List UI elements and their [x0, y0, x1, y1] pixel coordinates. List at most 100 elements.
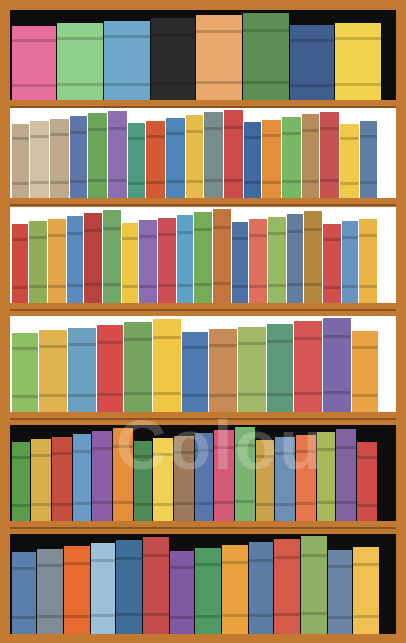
book-spine — [92, 431, 112, 521]
bookcase-illustration — [0, 0, 406, 643]
book-band — [274, 613, 300, 616]
book-band — [342, 236, 358, 239]
shelf-3-board-shadow — [0, 309, 406, 311]
book-band — [153, 453, 173, 456]
book-band — [134, 455, 152, 458]
book-spine — [70, 116, 87, 198]
book-spine — [128, 123, 145, 198]
book-band — [238, 393, 266, 396]
shelf-5-board-shadow — [0, 527, 406, 529]
book-spine — [143, 537, 169, 634]
book-band — [335, 83, 381, 86]
book-band — [249, 234, 267, 237]
book-band — [282, 180, 301, 183]
book-band — [30, 181, 49, 184]
book-spine — [57, 23, 103, 100]
book-band — [12, 137, 29, 140]
book-spine — [340, 124, 359, 198]
book-spine — [113, 428, 133, 521]
book-spine — [73, 434, 91, 521]
book-band — [323, 238, 341, 241]
book-band — [29, 236, 47, 239]
book-band — [31, 454, 51, 457]
book-spine — [213, 209, 231, 303]
book-band — [124, 392, 152, 395]
book-band — [352, 394, 378, 397]
book-band — [262, 181, 281, 184]
book-band — [224, 179, 243, 182]
book-band — [275, 452, 295, 455]
book-band — [104, 83, 150, 86]
book-band — [301, 612, 327, 615]
book-band — [296, 502, 316, 505]
book-spine — [336, 429, 356, 521]
book-band — [209, 394, 237, 397]
book-band — [73, 502, 91, 505]
book-spine — [166, 118, 185, 198]
book-spine — [97, 325, 123, 412]
book-band — [302, 180, 319, 183]
book-spine — [238, 327, 266, 412]
book-band — [268, 232, 286, 235]
book-band — [328, 565, 352, 568]
book-spine — [267, 324, 293, 412]
book-band — [214, 501, 234, 504]
book-spine — [294, 321, 322, 412]
book-band — [139, 285, 157, 288]
book-band — [113, 501, 133, 504]
book-band — [360, 181, 377, 184]
book-band — [357, 504, 377, 507]
book-band — [108, 179, 127, 182]
book-spine — [30, 121, 49, 198]
book-band — [353, 615, 379, 618]
book-band — [340, 182, 359, 185]
book-spine — [224, 110, 243, 198]
book-band — [235, 444, 255, 447]
book-band — [97, 341, 123, 344]
book-spine — [235, 427, 255, 521]
book-spine — [31, 439, 51, 521]
book-band — [91, 614, 115, 617]
book-spine — [244, 122, 261, 198]
book-band — [57, 83, 103, 86]
book-band — [31, 503, 51, 506]
book-spine — [287, 214, 303, 303]
book-band — [170, 566, 194, 569]
book-spine — [302, 114, 319, 198]
book-band — [12, 39, 56, 42]
book-band — [88, 179, 107, 182]
book-band — [328, 616, 352, 619]
book-band — [323, 335, 351, 338]
book-spine — [174, 436, 194, 521]
book-spine — [139, 220, 157, 303]
book-band — [48, 285, 66, 288]
book-band — [12, 238, 28, 241]
book-band — [151, 82, 195, 85]
book-band — [151, 33, 195, 36]
book-band — [182, 394, 208, 397]
book-spine — [158, 218, 176, 303]
book-band — [214, 446, 234, 449]
book-band — [256, 455, 274, 458]
book-band — [287, 230, 303, 233]
book-band — [304, 228, 322, 231]
book-band — [146, 135, 165, 138]
book-band — [317, 501, 335, 504]
book-band — [73, 450, 91, 453]
book-band — [213, 282, 231, 285]
book-band — [12, 616, 36, 619]
book-spine — [353, 547, 379, 634]
book-band — [143, 554, 169, 557]
book-band — [50, 181, 69, 184]
book-band — [196, 30, 242, 33]
book-band — [70, 180, 87, 183]
book-spine — [196, 15, 242, 100]
book-band — [317, 448, 335, 451]
book-band — [249, 285, 267, 288]
book-band — [222, 614, 248, 617]
book-spine — [52, 437, 72, 521]
frame-top — [0, 0, 406, 10]
book-band — [294, 337, 322, 340]
book-spine — [195, 433, 213, 521]
book-band — [48, 234, 66, 237]
